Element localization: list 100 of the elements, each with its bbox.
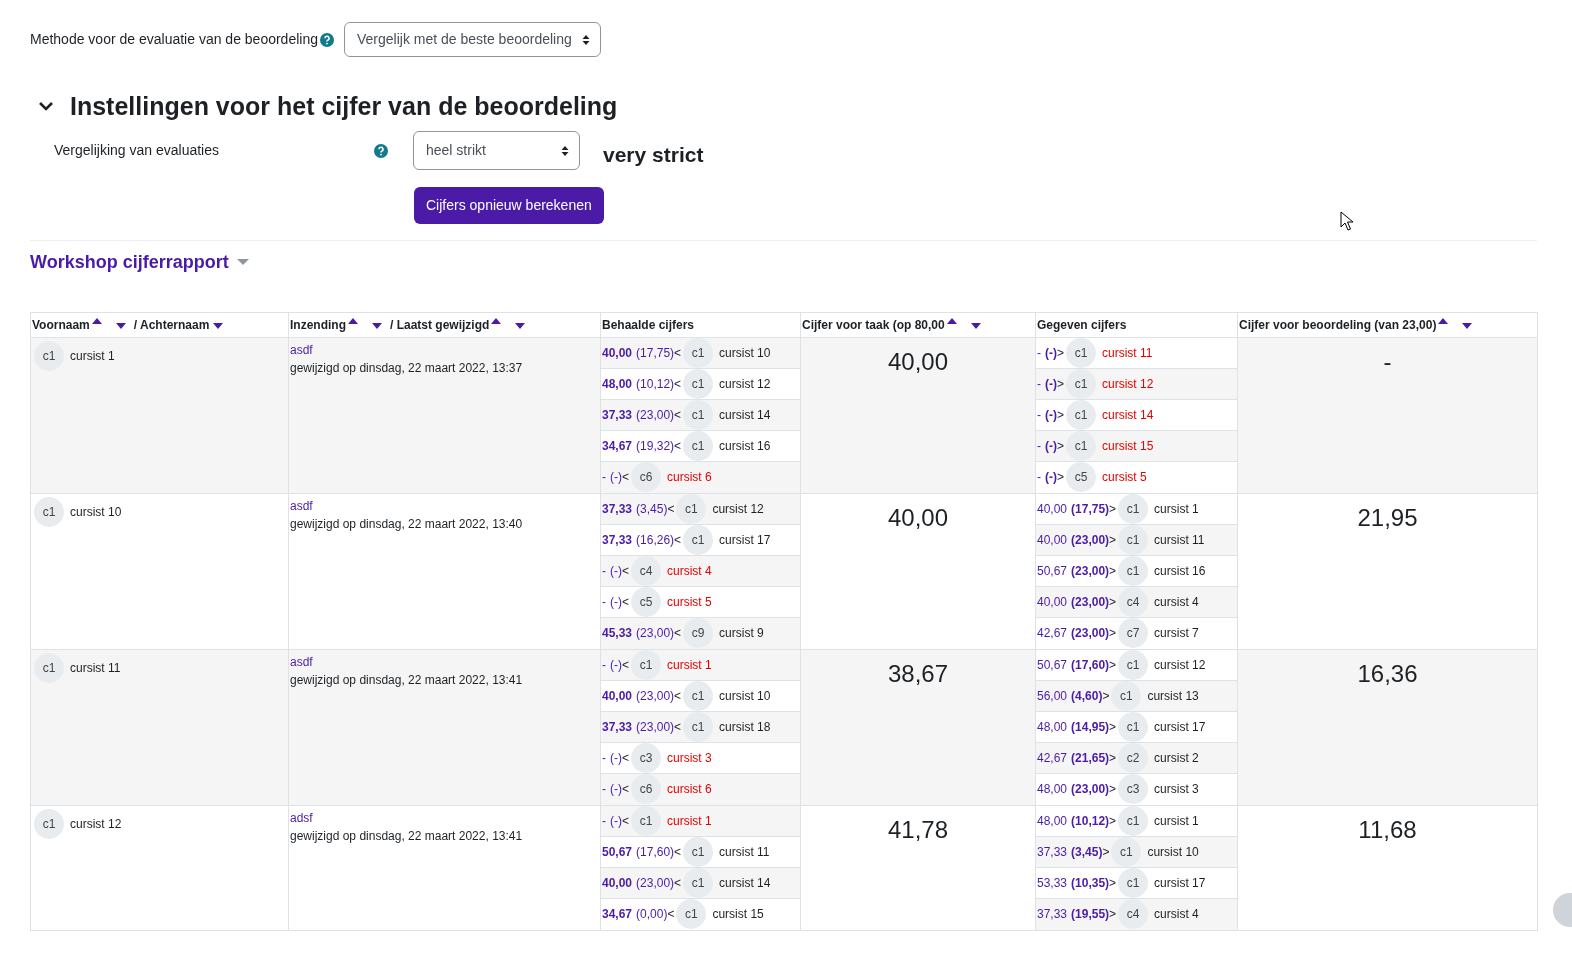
- student-link[interactable]: cursist 18: [719, 717, 771, 736]
- student-link[interactable]: cursist 7: [1154, 624, 1199, 642]
- student-link[interactable]: cursist 16: [719, 436, 771, 455]
- direction-arrow: <: [674, 874, 682, 892]
- student-link[interactable]: cursist 10: [1147, 842, 1199, 861]
- sort-up-icon[interactable]: [491, 317, 502, 324]
- direction-arrow: >: [1109, 749, 1117, 767]
- sort-up-icon[interactable]: [1438, 317, 1449, 324]
- student-link[interactable]: cursist 4: [1154, 905, 1199, 923]
- submission-link[interactable]: adsf: [290, 808, 313, 827]
- weight-value: (-): [610, 469, 622, 486]
- field-label: Vergelijking van evaluaties: [54, 141, 220, 161]
- weight-value: (23,00): [1071, 562, 1110, 580]
- grade-value: 40,00: [602, 687, 633, 705]
- sort-down-icon[interactable]: [115, 323, 126, 329]
- student-link[interactable]: cursist 15: [712, 905, 764, 923]
- grade-value: 37,33: [602, 531, 633, 549]
- student-link[interactable]: cursist 6: [667, 780, 712, 798]
- submission-link[interactable]: asdf: [290, 652, 313, 671]
- sort-down-icon[interactable]: [1462, 323, 1473, 329]
- weight-value: (4,60): [1071, 687, 1103, 705]
- weight-value: (14,95): [1071, 718, 1110, 736]
- student-link[interactable]: cursist 17: [1154, 717, 1206, 736]
- caret-icon[interactable]: [236, 258, 249, 266]
- column-header[interactable]: Inzending: [290, 315, 346, 334]
- student-link[interactable]: cursist 4: [667, 561, 712, 580]
- sort-up-icon[interactable]: [348, 317, 358, 324]
- direction-arrow: <: [622, 469, 629, 486]
- direction-arrow: >: [1057, 437, 1064, 455]
- weight-value: (-): [610, 656, 622, 674]
- student-link[interactable]: cursist 1: [1154, 499, 1199, 518]
- weight-value: (23,00): [636, 874, 675, 892]
- student-link[interactable]: cursist 17: [719, 530, 771, 549]
- student-link[interactable]: cursist 3: [1154, 780, 1199, 798]
- weight-value: (-): [1045, 375, 1057, 393]
- avatar: c1: [1111, 836, 1142, 867]
- modified-text: gewijzigd op dinsdag, 22 maart 2022, 13:37: [290, 359, 524, 377]
- avatar: c9: [683, 618, 714, 648]
- student-link[interactable]: cursist 9: [719, 624, 764, 642]
- student-link[interactable]: cursist 14: [719, 405, 771, 424]
- student-link[interactable]: cursist 11: [719, 842, 770, 861]
- avatar: c1: [1111, 680, 1142, 711]
- direction-arrow: <: [674, 687, 682, 705]
- student-link[interactable]: cursist 10: [719, 686, 771, 705]
- student-link[interactable]: cursist 16: [1154, 561, 1206, 580]
- submission-link[interactable]: asdf: [290, 340, 313, 359]
- student-link[interactable]: cursist 3: [667, 748, 712, 767]
- student-link[interactable]: cursist 11: [1154, 530, 1205, 549]
- sort-down-icon[interactable]: [213, 323, 224, 329]
- student-link[interactable]: cursist 2: [1154, 748, 1199, 767]
- student-name[interactable]: cursist 1: [70, 346, 115, 365]
- grade-value: -: [602, 749, 606, 767]
- grade-value: -: [1037, 375, 1041, 393]
- avatar: c1: [683, 368, 714, 399]
- weight-value: (23,00): [636, 625, 675, 642]
- weight-value: (-): [1045, 406, 1057, 424]
- help-icon[interactable]: [320, 32, 334, 47]
- student-link[interactable]: cursist 13: [1147, 686, 1199, 705]
- student-link[interactable]: cursist 1: [667, 811, 712, 830]
- student-link[interactable]: cursist 6: [667, 468, 712, 486]
- grade-value: 40,00: [1037, 500, 1068, 518]
- help-icon[interactable]: [374, 143, 388, 158]
- recalculate-button[interactable]: Cijfers opnieuw berekenen: [414, 186, 604, 224]
- student-link[interactable]: cursist 1: [1154, 811, 1199, 830]
- grade-value: 40,00: [1037, 593, 1068, 611]
- student-link[interactable]: cursist 1: [667, 655, 712, 674]
- student-link[interactable]: cursist 12: [712, 499, 764, 518]
- student-link[interactable]: cursist 11: [1102, 343, 1153, 362]
- weight-value: (10,12): [636, 375, 675, 393]
- column-header[interactable]: / Achternaam: [133, 315, 210, 334]
- submission-link[interactable]: asdf: [290, 496, 313, 515]
- student-link[interactable]: cursist 5: [667, 592, 712, 611]
- sort-up-icon[interactable]: [91, 317, 102, 324]
- grade-value: 37,33: [1037, 906, 1068, 923]
- comparison-select[interactable]: heel strikt: [413, 131, 580, 171]
- student-link[interactable]: cursist 17: [1154, 873, 1206, 892]
- modified-text: gewijzigd op dinsdag, 22 maart 2022, 13:40: [290, 515, 524, 533]
- student-link[interactable]: cursist 14: [1102, 405, 1154, 424]
- sort-up-icon[interactable]: [946, 317, 957, 324]
- sort-down-icon[interactable]: [372, 323, 382, 329]
- method-select[interactable]: Vergelijk met de beste beoordeling: [344, 22, 601, 57]
- student-link[interactable]: cursist 15: [1102, 436, 1154, 455]
- student-name[interactable]: cursist 10: [70, 502, 122, 521]
- student-name[interactable]: cursist 12: [70, 814, 122, 833]
- student-link[interactable]: cursist 10: [719, 343, 771, 362]
- student-link[interactable]: cursist 12: [719, 374, 771, 393]
- column-header[interactable]: Voornaam: [32, 315, 90, 334]
- student-link[interactable]: cursist 5: [1102, 468, 1147, 486]
- sort-down-icon[interactable]: [970, 323, 981, 329]
- student-link[interactable]: cursist 14: [719, 873, 771, 892]
- grade-value: -: [602, 656, 606, 674]
- student-link[interactable]: cursist 12: [1102, 374, 1154, 393]
- student-link[interactable]: cursist 4: [1154, 592, 1199, 611]
- weight-value: (16,26): [636, 531, 675, 549]
- student-name[interactable]: cursist 11: [70, 658, 121, 677]
- column-header[interactable]: / Laatst gewijzigd: [390, 315, 490, 334]
- student-link[interactable]: cursist 12: [1154, 655, 1206, 674]
- report-title-link[interactable]: Workshop cijferrapport: [30, 248, 229, 276]
- sort-down-icon[interactable]: [515, 323, 526, 329]
- grade-value: 40,00: [1037, 531, 1068, 549]
